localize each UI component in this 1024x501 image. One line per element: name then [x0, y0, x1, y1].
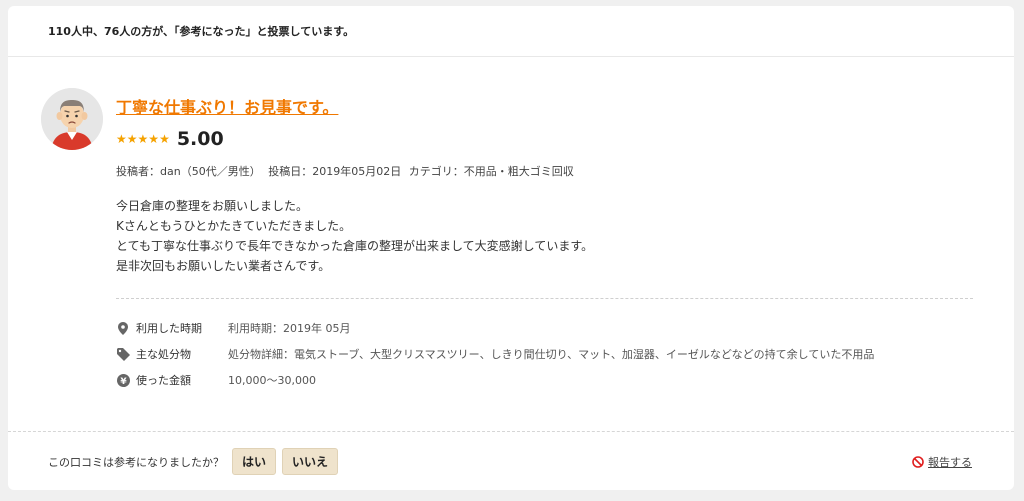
detail-value: 利用時期：2019年 05月 [228, 322, 351, 335]
detail-label: 使った金額 [136, 374, 191, 387]
helpful-vote: この口コミは参考になりましたか？ はい いいえ [48, 448, 339, 475]
review-body-line: Kさんともうひとかたきていただきました。 [116, 219, 352, 233]
detail-label: 主な処分物 [136, 348, 191, 361]
post-date: 投稿日：2019年05月02日 [268, 165, 402, 178]
detail-value: 処分物詳細：電気ストーブ、大型クリスマスツリー、しきり間仕切り、マット、加湿器、… [228, 348, 875, 361]
review-card: 110人中、76人の方が、「参考になった」と投票しています。 丁寧な仕事ぶり！お… [8, 6, 1014, 490]
svg-text:¥: ¥ [120, 377, 127, 387]
location-pin-icon [116, 321, 130, 335]
avatar [41, 88, 103, 150]
review-title-link[interactable]: 丁寧な仕事ぶり！お見事です。 [116, 94, 338, 118]
avatar-illustration [41, 88, 103, 150]
helpful-question: この口コミは参考になりましたか？ [48, 455, 224, 469]
review-body-line: 今日倉庫の整理をお願いしました。 [116, 199, 309, 213]
yen-coin-icon: ¥ [116, 373, 130, 387]
vote-summary: 110人中、76人の方が、「参考になった」と投票しています。 [48, 25, 355, 38]
star-rating: ★ ★ ★ ★ ★ [116, 132, 170, 146]
star-icon: ★ [148, 132, 160, 146]
report-link[interactable]: 報告する [912, 454, 972, 470]
detail-row-period: 利用した時期 利用時期：2019年 05月 [116, 315, 874, 341]
divider [8, 56, 1014, 57]
review-meta: 投稿者：dan（50代／男性） 投稿日：2019年05月02日 カテゴリ：不用品… [116, 163, 578, 179]
rating-score: 5.00 [176, 128, 224, 150]
divider [116, 298, 973, 299]
prohibited-icon [912, 456, 924, 468]
tag-icon [116, 347, 130, 361]
star-icon: ★ [116, 132, 127, 146]
category: カテゴリ：不用品・粗大ゴミ回収 [408, 165, 574, 178]
yes-button[interactable]: はい [232, 448, 277, 475]
no-button[interactable]: いいえ [282, 448, 339, 475]
detail-row-cost: ¥ 使った金額 10,000〜30,000 [116, 367, 874, 393]
star-icon: ★ [126, 132, 138, 146]
detail-value: 10,000〜30,000 [228, 374, 316, 387]
detail-label: 利用した時期 [136, 322, 202, 335]
report-label: 報告する [928, 456, 972, 469]
review-body-line: とても丁寧な仕事ぶりで長年できなかった倉庫の整理が出来まして大変感謝しています。 [116, 239, 594, 253]
divider [8, 431, 1014, 432]
rating: ★ ★ ★ ★ ★ 5.00 [116, 128, 224, 150]
detail-row-items: 主な処分物 処分物詳細：電気ストーブ、大型クリスマスツリー、しきり間仕切り、マッ… [116, 341, 874, 367]
review-body: 今日倉庫の整理をお願いしました。 Kさんともうひとかたきていただきました。 とて… [116, 196, 593, 276]
review-body-line: 是非次回もお願いしたい業者さんです。 [116, 259, 331, 273]
author-info: 投稿者：dan（50代／男性） [116, 165, 261, 178]
review-details: 利用した時期 利用時期：2019年 05月 主な処分物 処分物詳細：電気ストーブ… [116, 315, 874, 393]
star-icon: ★ [137, 132, 149, 146]
star-icon: ★ [159, 132, 170, 146]
